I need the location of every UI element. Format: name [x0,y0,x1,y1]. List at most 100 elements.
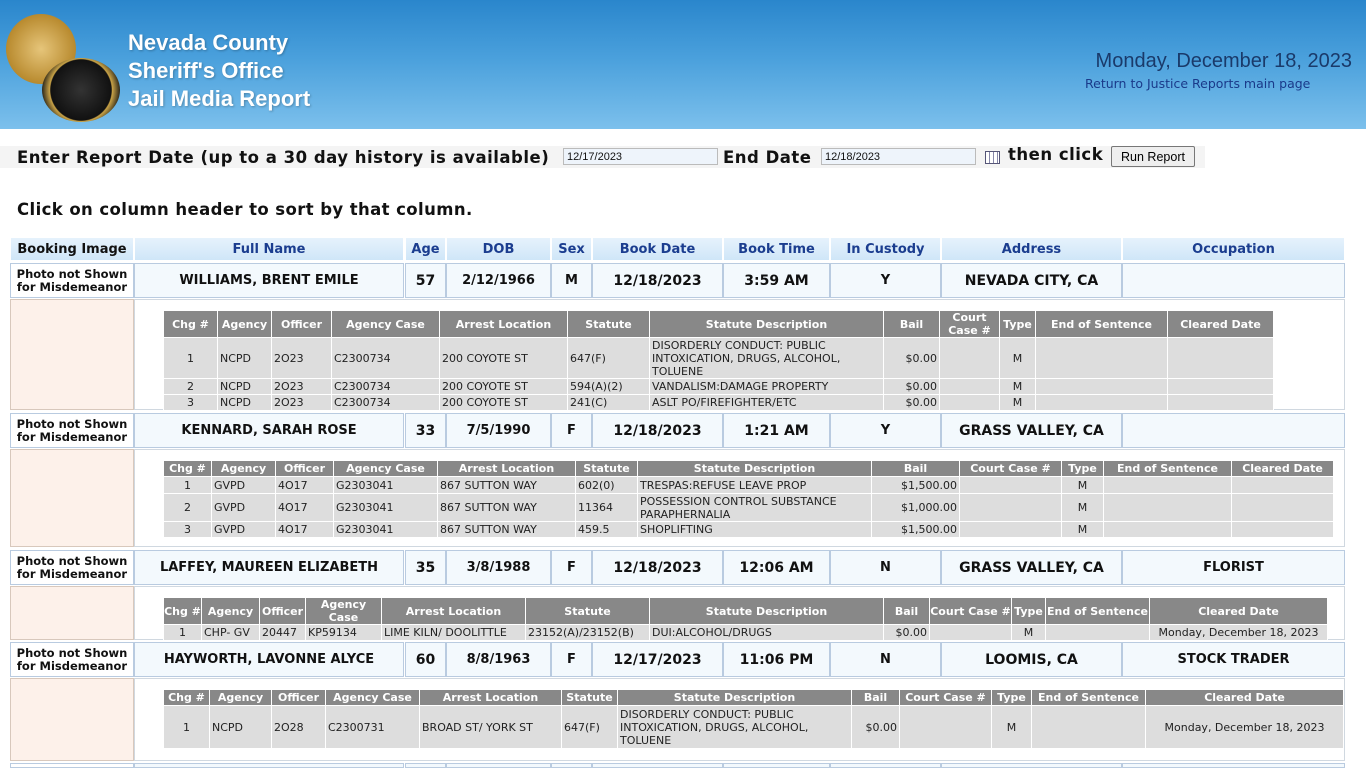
charge-bail-cell: $1,000.00 [871,493,960,522]
charges-column-header: Court Case # [959,460,1062,477]
inmate-address-cell: LOOMIS, CA [941,642,1122,677]
charge-end-cell [1035,394,1168,411]
inmate-row-partial-cell [134,763,404,768]
charge-end-cell [1103,493,1232,522]
column-header-sex[interactable]: Sex [551,237,592,261]
inmate-row-partial-cell [1122,763,1345,768]
end-date-input[interactable] [821,148,976,165]
column-header-in-custody[interactable]: In Custody [830,237,941,261]
charge-case-cell: G2303041 [333,476,438,494]
charges-column-header: Agency Case [325,689,420,706]
charges-column-header: Chg # [163,310,218,338]
charge-desc-cell: DUI:ALCOHOL/DRUGS [649,624,884,641]
column-header-address[interactable]: Address [941,237,1122,261]
charges-column-header: Type [1061,460,1104,477]
inmate-book-date-cell: 12/18/2023 [592,263,723,298]
charge-bail-cell: $0.00 [883,394,940,411]
charge-row: 2 NCPD 2O23 C2300734 200 COYOTE ST 594(A)(2) V… [163,378,1274,395]
charges-column-header: End of Sentence [1103,460,1232,477]
charges-column-header: Officer [271,689,326,706]
column-header-book-date[interactable]: Book Date [592,237,723,261]
return-to-reports-link[interactable]: Return to Justice Reports main page [1085,76,1310,91]
column-header-occupation[interactable]: Occupation [1122,237,1345,261]
inmate-age-cell: 60 [405,642,446,677]
inmate-row-partial-cell [592,763,723,768]
charge-bail-cell: $1,500.00 [871,521,960,538]
column-header-full-name[interactable]: Full Name [134,237,404,261]
column-header-dob[interactable]: DOB [446,237,551,261]
charge-cleared-cell: Monday, December 18, 2023 [1145,705,1344,749]
charges-column-header: Bail [871,460,960,477]
booking-image-placeholder [10,586,134,640]
charge-agency-cell: NCPD [217,378,272,395]
charge-row: 2 GVPD 4O17 G2303041 867 SUTTON WAY 11364 POSS… [163,493,1334,522]
column-header-age[interactable]: Age [405,237,446,261]
charge-end-cell [1103,521,1232,538]
charges-column-header: Statute [575,460,638,477]
charge-case-cell: C2300734 [331,378,440,395]
charge-case-cell: C2300734 [331,394,440,411]
charge-chg-cell: 1 [163,476,212,494]
charge-cleared-cell [1167,337,1274,379]
charge-bail-cell: $0.00 [883,624,930,641]
charges-column-header: Cleared Date [1167,310,1274,338]
charge-row: 1 CHP- GV 20447 KP59134 LIME KILN/ DOOLITTLE… [163,624,1328,641]
inmate-in-custody-cell: N [830,642,941,677]
charge-statute-cell: 459.5 [575,521,638,538]
charges-column-header: Agency Case [333,460,438,477]
inmate-in-custody-cell: Y [830,413,941,448]
charges-column-header: Type [1011,597,1046,625]
charges-column-header: Statute Description [649,597,884,625]
inmate-age-cell: 57 [405,263,446,298]
charges-column-header: Agency [217,310,272,338]
inmate-row-partial-cell [830,763,941,768]
charge-cleared-cell [1167,378,1274,395]
charge-location-cell: 200 COYOTE ST [439,378,568,395]
inmate-row-partial-cell [405,763,446,768]
page-header: Nevada County Sheriff's Office Jail Medi… [0,0,1366,129]
current-date: Monday, December 18, 2023 [1095,50,1352,72]
charge-end-cell [1103,476,1232,494]
charge-chg-cell: 3 [163,394,218,411]
charges-column-header: Statute [567,310,650,338]
charges-table: Chg # Agency Officer Agency Case Arrest Loca… [163,460,1334,538]
inmate-occupation-cell [1122,413,1345,448]
charges-column-header: Agency [211,460,276,477]
inmate-full-name-cell: KENNARD, SARAH ROSE [134,413,404,448]
charge-statute-cell: 23152(A)/23152(B) [525,624,650,641]
charges-column-header: Statute [561,689,618,706]
charge-bail-cell: $0.00 [851,705,900,749]
charge-officer-cell: 4O17 [275,493,334,522]
charges-column-header: End of Sentence [1035,310,1168,338]
booking-image-placeholder [10,299,134,410]
inmate-book-time-cell: 1:21 AM [723,413,830,448]
charge-bail-cell: $1,500.00 [871,476,960,494]
charge-court-cell [959,521,1062,538]
inmate-book-time-cell: 12:06 AM [723,550,830,585]
charges-column-header: Cleared Date [1231,460,1334,477]
charges-column-header: Court Case # [929,597,1012,625]
charge-location-cell: 867 SUTTON WAY [437,521,576,538]
calendar-icon[interactable] [985,151,1000,164]
charge-statute-cell: 11364 [575,493,638,522]
charge-bail-cell: $0.00 [883,337,940,379]
charge-agency-cell: NCPD [209,705,272,749]
charge-officer-cell: 2O28 [271,705,326,749]
run-report-button[interactable]: Run Report [1111,146,1195,167]
charge-officer-cell: 2O23 [271,337,332,379]
charges-column-header: Type [991,689,1032,706]
charge-desc-cell: DISORDERLY CONDUCT: PUBLIC INTOXICATION,… [617,705,852,749]
charges-column-header: Type [999,310,1036,338]
charge-location-cell: 867 SUTTON WAY [437,493,576,522]
charge-court-cell [899,705,992,749]
charge-desc-cell: POSSESSION CONTROL SUBSTANCE PARAPHERNAL… [637,493,872,522]
charges-column-header: Agency Case [305,597,382,625]
charge-end-cell [1035,337,1168,379]
start-date-input[interactable] [563,148,718,165]
charge-court-cell [959,493,1062,522]
inmate-booking-image-cell: Photo not Shown for Misdemeanor [10,413,134,448]
charge-officer-cell: 4O17 [275,521,334,538]
charge-agency-cell: GVPD [211,493,276,522]
column-header-book-time[interactable]: Book Time [723,237,830,261]
charge-chg-cell: 1 [163,705,210,749]
